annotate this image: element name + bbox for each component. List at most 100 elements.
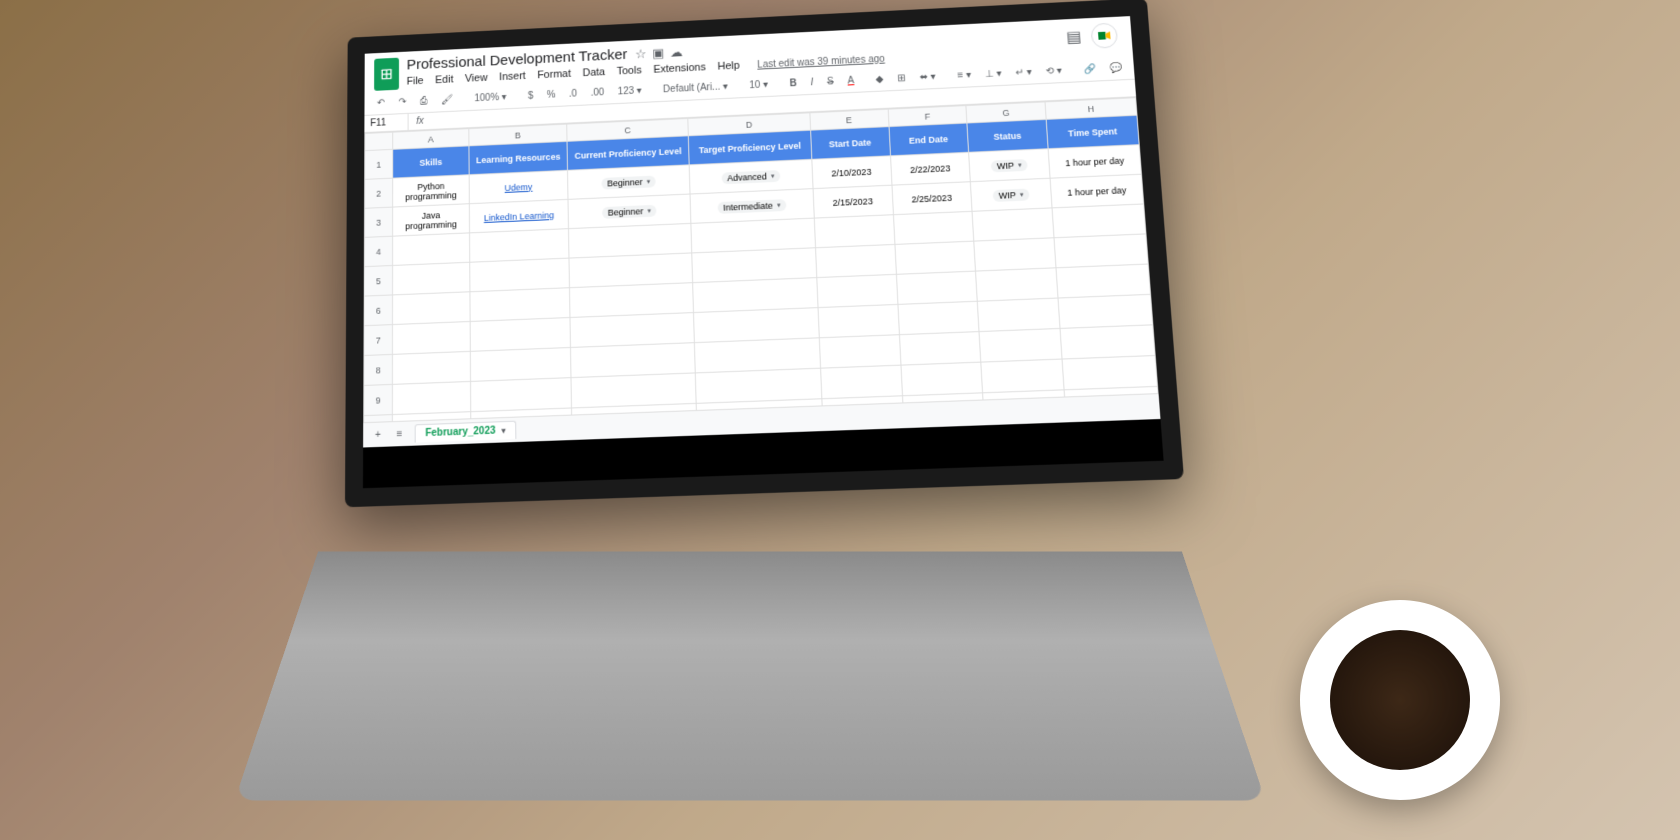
menu-help[interactable]: Help (717, 60, 740, 72)
cell[interactable] (470, 288, 570, 322)
header-start[interactable]: Start Date (810, 127, 890, 160)
font-select[interactable]: Default (Ari... ▾ (660, 80, 731, 98)
cell[interactable] (393, 321, 471, 354)
cell[interactable] (471, 378, 572, 412)
cell[interactable] (1060, 325, 1155, 359)
percent-button[interactable]: % (544, 88, 559, 103)
cell[interactable] (972, 208, 1054, 241)
header-status[interactable]: Status (967, 119, 1048, 152)
halign-icon[interactable]: ≡ ▾ (954, 68, 974, 83)
fontsize-select[interactable]: 10 ▾ (746, 78, 771, 94)
cell[interactable] (470, 229, 570, 263)
row-header[interactable]: 3 (364, 207, 392, 237)
cell[interactable] (1062, 356, 1157, 390)
wrap-icon[interactable]: ↵ ▾ (1012, 65, 1035, 81)
sheet-tab[interactable]: February_2023 (414, 421, 516, 443)
row-header[interactable]: 8 (364, 354, 393, 385)
resource-link[interactable]: Udemy (505, 182, 533, 193)
cell[interactable]: 2/22/2023 (890, 152, 971, 185)
name-box[interactable]: F11 (364, 114, 408, 132)
cell[interactable] (1056, 264, 1151, 298)
cell[interactable] (820, 365, 902, 399)
cell[interactable] (470, 317, 571, 351)
last-edit[interactable]: Last edit was 39 minutes ago (757, 53, 885, 70)
cell[interactable] (979, 328, 1062, 362)
cell[interactable] (393, 233, 470, 266)
cloud-icon[interactable]: ☁ (670, 44, 683, 60)
cell[interactable] (694, 338, 820, 373)
menu-tools[interactable]: Tools (617, 65, 642, 78)
cell[interactable] (818, 304, 899, 337)
cell[interactable] (899, 332, 981, 366)
row-header[interactable]: 4 (364, 236, 393, 266)
more-formats-button[interactable]: 123 ▾ (615, 84, 645, 100)
cell[interactable] (693, 308, 819, 343)
cell[interactable] (695, 368, 821, 403)
cell[interactable] (393, 262, 470, 295)
row-header[interactable]: 10 (364, 415, 393, 423)
currency-button[interactable]: $ (525, 89, 536, 104)
cell[interactable] (393, 351, 471, 384)
cell[interactable] (570, 283, 694, 318)
zoom-select[interactable]: 100% ▾ (471, 90, 509, 106)
chart-icon[interactable]: 📊 (1134, 59, 1135, 74)
spreadsheet-grid[interactable]: A B C D E F G H 1 Skills Learning Resour… (363, 97, 1158, 422)
cell[interactable]: Java programming (393, 204, 470, 236)
header-skills[interactable]: Skills (393, 146, 469, 178)
cell[interactable]: 1 hour per day (1050, 174, 1144, 208)
cell[interactable] (570, 313, 694, 348)
cell[interactable] (814, 215, 894, 248)
menu-insert[interactable]: Insert (499, 70, 526, 83)
cell[interactable] (894, 241, 975, 274)
cell[interactable] (815, 244, 896, 277)
cell[interactable] (893, 211, 974, 244)
dec-decrease-button[interactable]: .0 (566, 87, 580, 102)
cell[interactable] (817, 274, 898, 307)
cell[interactable]: Python programming (393, 175, 469, 207)
cell[interactable] (470, 258, 570, 292)
cell[interactable] (819, 335, 900, 368)
move-icon[interactable]: ▣ (652, 45, 664, 61)
resource-link[interactable]: LinkedIn Learning (484, 210, 554, 223)
header-time[interactable]: Time Spent (1046, 115, 1139, 148)
cell[interactable] (393, 381, 471, 414)
cell[interactable] (978, 298, 1061, 332)
row-header[interactable]: 6 (364, 295, 393, 326)
paint-format-icon[interactable]: 🖌 (438, 93, 456, 108)
cell[interactable] (896, 271, 978, 304)
header-end[interactable]: End Date (889, 123, 969, 156)
cell[interactable] (1054, 234, 1148, 268)
cell[interactable] (1052, 204, 1146, 238)
cell[interactable]: 2/25/2023 (891, 182, 972, 215)
row-header[interactable]: 9 (364, 384, 393, 415)
star-icon[interactable]: ☆ (635, 46, 647, 62)
proficiency-dropdown[interactable]: Beginner (601, 175, 656, 189)
italic-button[interactable]: I (807, 75, 816, 90)
proficiency-dropdown[interactable]: Intermediate (717, 199, 787, 214)
cell[interactable] (571, 373, 696, 408)
proficiency-dropdown[interactable]: Advanced (721, 170, 780, 184)
merge-icon[interactable]: ⬌ ▾ (916, 70, 939, 85)
cell[interactable]: LinkedIn Learning (469, 199, 568, 233)
rotate-icon[interactable]: ⟲ ▾ (1042, 64, 1065, 80)
cell[interactable]: 1 hour per day (1048, 145, 1141, 179)
menu-format[interactable]: Format (537, 68, 571, 81)
row-header[interactable]: 1 (365, 149, 393, 179)
comment-icon[interactable]: 💬 (1107, 61, 1127, 76)
comment-history-icon[interactable]: ▤ (1065, 27, 1081, 47)
cell[interactable] (900, 362, 982, 396)
redo-icon[interactable]: ↷ (396, 95, 410, 110)
cell[interactable] (470, 347, 571, 381)
add-sheet-button[interactable]: + (371, 427, 385, 443)
cell[interactable] (981, 359, 1064, 393)
cell[interactable] (393, 292, 470, 325)
proficiency-dropdown[interactable]: Beginner (602, 204, 657, 218)
status-dropdown[interactable]: WIP (991, 159, 1029, 172)
menu-extensions[interactable]: Extensions (653, 62, 706, 76)
cell[interactable] (1058, 294, 1153, 328)
row-header[interactable]: 5 (364, 265, 393, 296)
bold-button[interactable]: B (786, 76, 800, 91)
select-all-corner[interactable] (365, 132, 393, 150)
menu-file[interactable]: File (407, 75, 424, 87)
meet-icon[interactable] (1090, 23, 1118, 49)
